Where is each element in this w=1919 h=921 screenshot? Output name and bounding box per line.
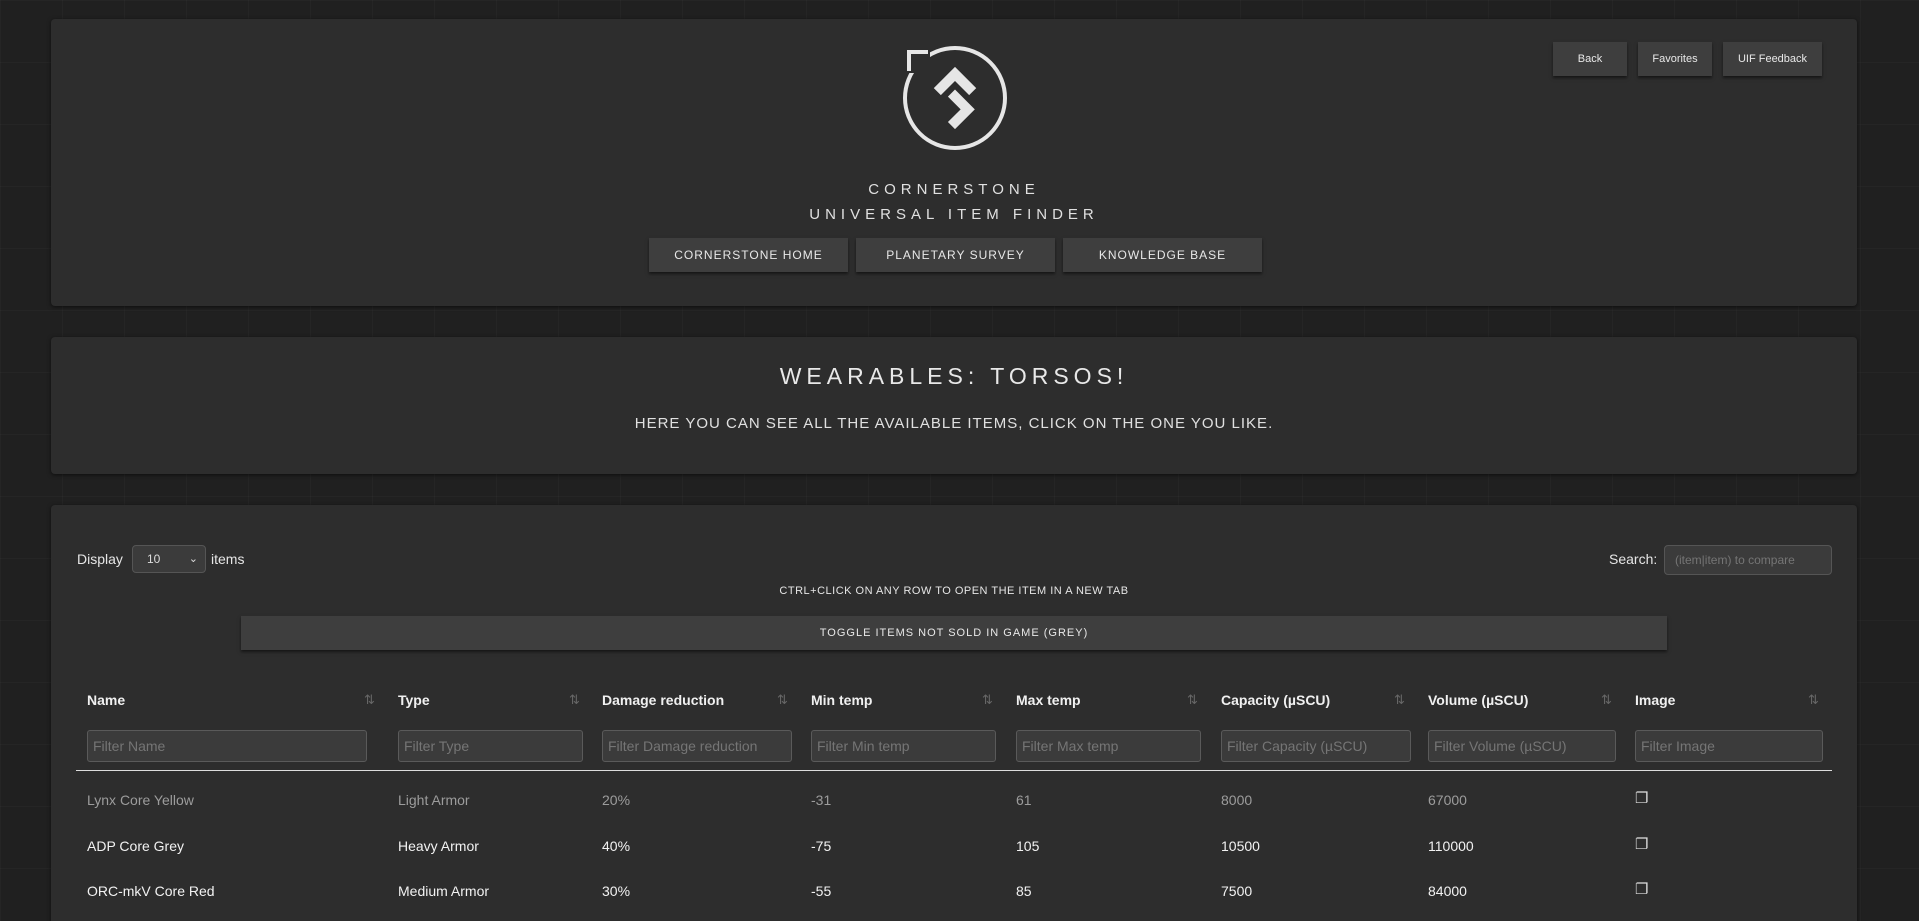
filter-volume-input[interactable] <box>1428 730 1616 762</box>
filter-type-input[interactable] <box>398 730 583 762</box>
toggle-not-sold-button[interactable]: TOGGLE ITEMS NOT SOLD IN GAME (GREY) <box>241 616 1667 650</box>
col-header-volume[interactable]: Volume (µSCU) <box>1428 692 1528 708</box>
cell-damage: 40% <box>602 838 631 854</box>
table-panel: Display 10 ⌄ items Search: CTRL+CLICK ON… <box>51 505 1857 921</box>
image-copy-icon[interactable]: ❐ <box>1635 880 1648 898</box>
cell-max-temp: 61 <box>1016 792 1032 808</box>
cell-max-temp: 105 <box>1016 838 1040 854</box>
favorites-button[interactable]: Favorites <box>1638 42 1712 76</box>
cell-volume: 84000 <box>1428 883 1467 899</box>
intro-panel: WEARABLES: TORSOS! HERE YOU CAN SEE ALL … <box>51 337 1857 474</box>
cell-name: ADP Core Grey <box>87 838 184 854</box>
cell-damage: 20% <box>602 792 631 808</box>
sort-arrows-icon[interactable]: ⇅ <box>1808 692 1819 708</box>
col-header-name[interactable]: Name <box>87 692 125 708</box>
cell-name: Lynx Core Yellow <box>87 792 194 808</box>
filter-damage-input[interactable] <box>602 730 792 762</box>
table-header-divider <box>76 770 1832 771</box>
sort-arrows-icon[interactable]: ⇅ <box>1187 692 1198 708</box>
cell-volume: 67000 <box>1428 792 1467 808</box>
cell-name: ORC-mkV Core Red <box>87 883 215 899</box>
cell-capacity: 8000 <box>1221 792 1253 808</box>
sort-arrows-icon[interactable]: ⇅ <box>777 692 788 708</box>
table-row[interactable]: ORC-mkV Core Red Medium Armor 30% -55 85… <box>76 869 1832 913</box>
cell-type: Heavy Armor <box>398 838 479 854</box>
cell-type: Medium Armor <box>398 883 490 899</box>
page-title: WEARABLES: TORSOS! <box>779 363 1129 389</box>
filter-max-temp-input[interactable] <box>1016 730 1201 762</box>
nav-knowledge-base-button[interactable]: KNOWLEDGE BASE <box>1063 238 1262 272</box>
image-copy-icon[interactable]: ❐ <box>1635 835 1648 853</box>
cell-min-temp: -75 <box>811 838 832 854</box>
cell-min-temp: -55 <box>811 883 832 899</box>
nav-cornerstone-home-button[interactable]: CORNERSTONE HOME <box>649 238 848 272</box>
cell-max-temp: 85 <box>1016 883 1032 899</box>
search-label: Search: <box>1609 551 1658 567</box>
nav-planetary-survey-button[interactable]: PLANETARY SURVEY <box>856 238 1055 272</box>
col-header-damage[interactable]: Damage reduction <box>602 692 724 708</box>
col-header-type[interactable]: Type <box>398 692 430 708</box>
brand-title: CORNERSTONE <box>868 181 1040 198</box>
cell-capacity: 10500 <box>1221 838 1260 854</box>
filter-capacity-input[interactable] <box>1221 730 1411 762</box>
filter-name-input[interactable] <box>87 730 367 762</box>
sort-arrows-icon[interactable]: ⇅ <box>569 692 580 708</box>
cell-damage: 30% <box>602 883 631 899</box>
display-count-value: 10 <box>147 552 161 566</box>
sort-arrows-icon[interactable]: ⇅ <box>982 692 993 708</box>
items-label: items <box>211 551 245 567</box>
col-header-capacity[interactable]: Capacity (µSCU) <box>1221 692 1330 708</box>
search-input[interactable] <box>1664 545 1832 575</box>
filter-min-temp-input[interactable] <box>811 730 996 762</box>
sort-arrows-icon[interactable]: ⇅ <box>364 692 375 708</box>
image-copy-icon[interactable]: ❐ <box>1635 789 1648 807</box>
col-header-min-temp[interactable]: Min temp <box>811 692 872 708</box>
sort-arrows-icon[interactable]: ⇅ <box>1601 692 1612 708</box>
header-panel: CORNERSTONE UNIVERSAL ITEM FINDER CORNER… <box>51 19 1857 306</box>
table-row[interactable]: ADP Core Grey Heavy Armor 40% -75 105 10… <box>76 824 1832 868</box>
display-label: Display <box>77 551 123 567</box>
chevron-down-icon: ⌄ <box>188 553 198 565</box>
ctrl-click-note: CTRL+CLICK ON ANY ROW TO OPEN THE ITEM I… <box>779 585 1129 597</box>
filter-image-input[interactable] <box>1635 730 1823 762</box>
cornerstone-logo-icon <box>903 46 1007 150</box>
display-count-select[interactable]: 10 ⌄ <box>132 545 206 573</box>
cell-type: Light Armor <box>398 792 470 808</box>
cell-capacity: 7500 <box>1221 883 1253 899</box>
page-subtitle: HERE YOU CAN SEE ALL THE AVAILABLE ITEMS… <box>634 415 1274 432</box>
col-header-image[interactable]: Image <box>1635 692 1675 708</box>
cell-volume: 110000 <box>1428 838 1474 854</box>
table-row[interactable]: Lynx Core Yellow Light Armor 20% -31 61 … <box>76 778 1832 822</box>
sort-arrows-icon[interactable]: ⇅ <box>1394 692 1405 708</box>
uif-feedback-button[interactable]: UIF Feedback <box>1723 42 1822 76</box>
back-button[interactable]: Back <box>1553 42 1627 76</box>
brand-subtitle: UNIVERSAL ITEM FINDER <box>809 206 1099 223</box>
cell-min-temp: -31 <box>811 792 832 808</box>
col-header-max-temp[interactable]: Max temp <box>1016 692 1081 708</box>
